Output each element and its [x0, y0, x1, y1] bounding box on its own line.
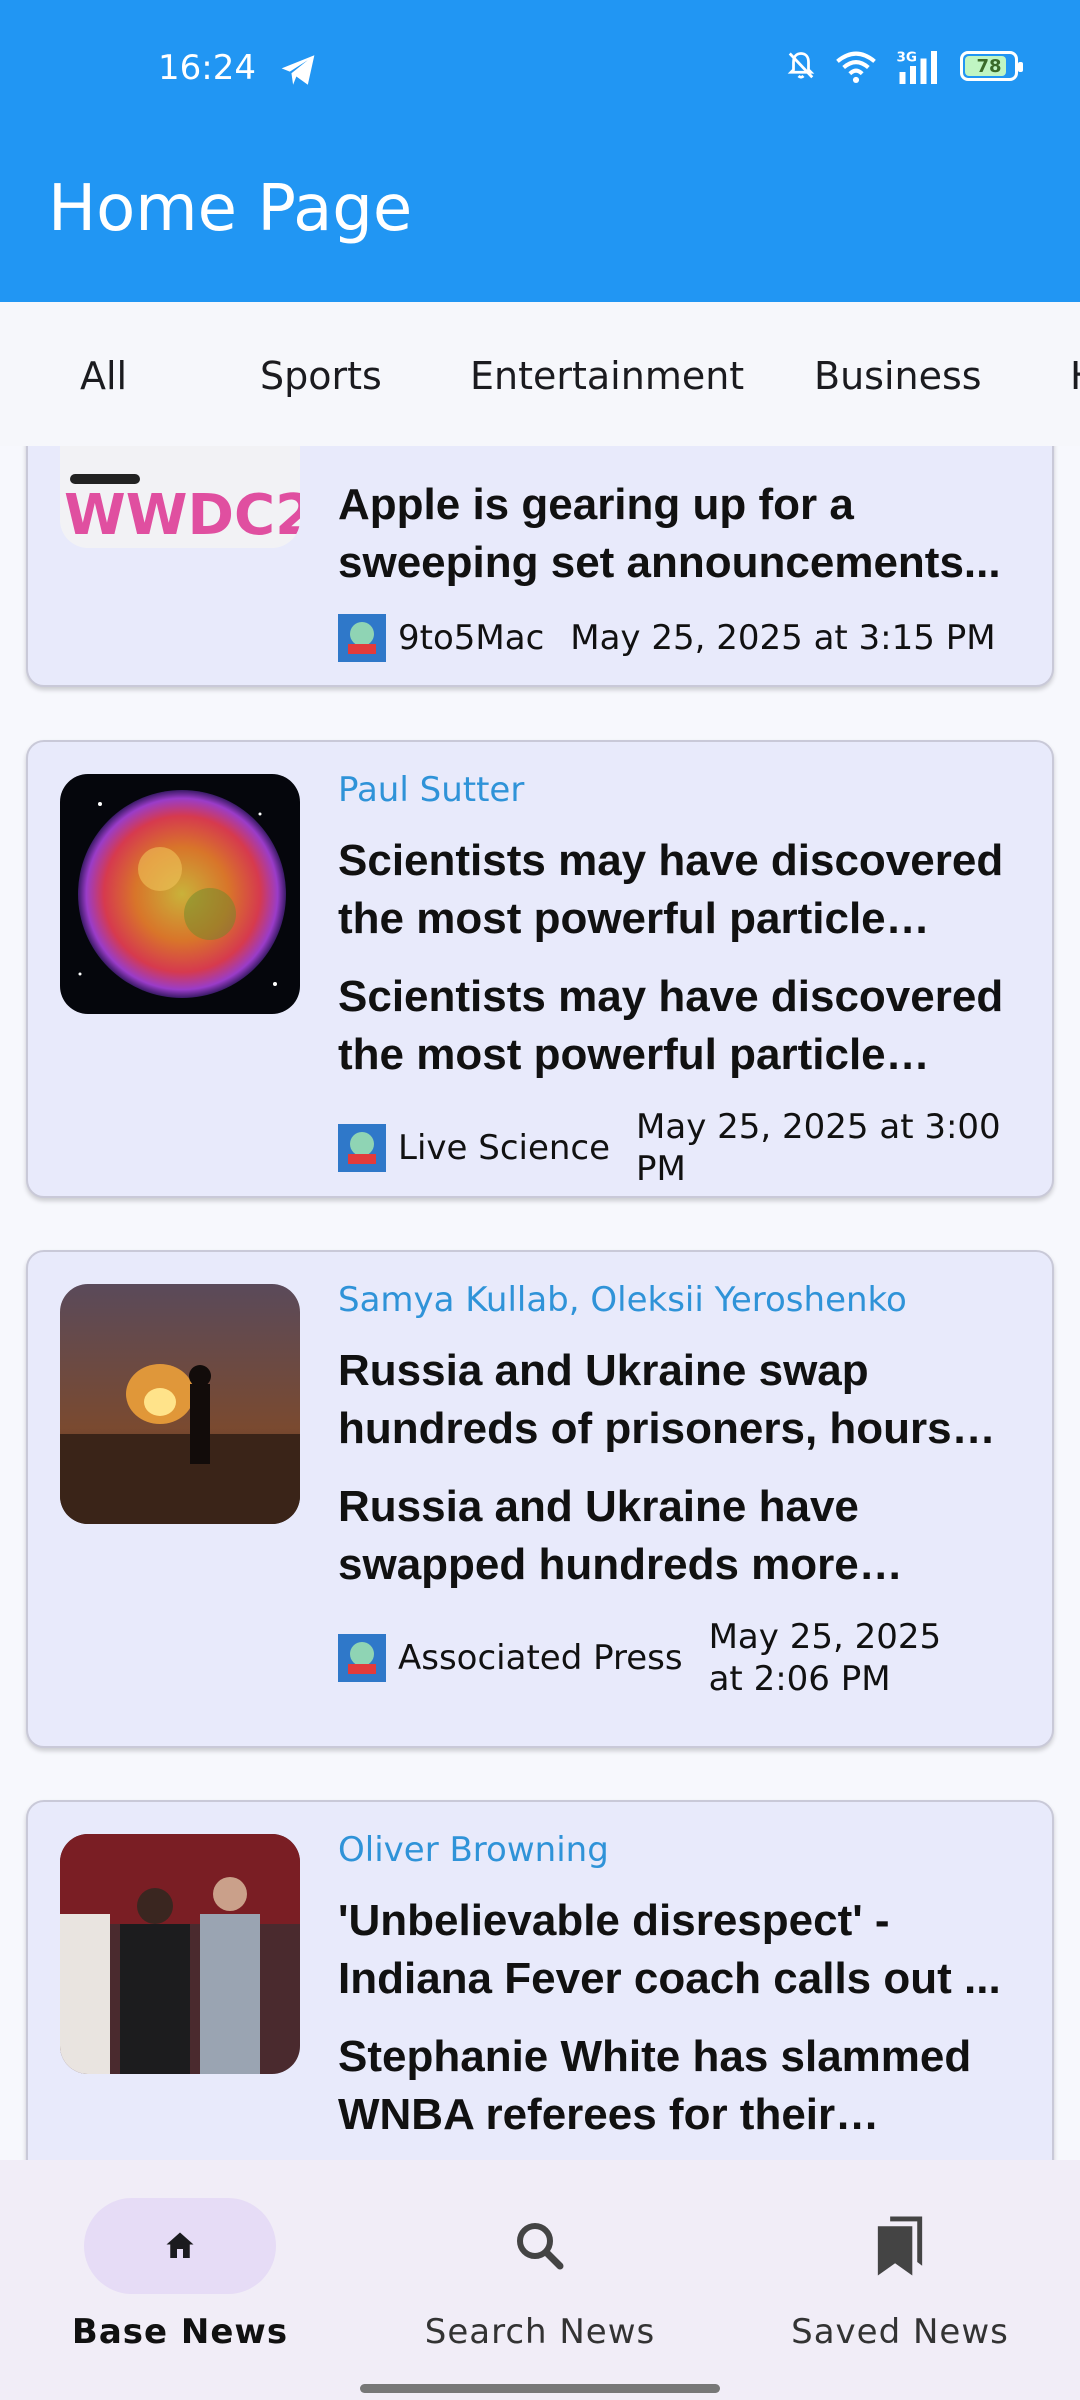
- article-description: Scientists may have discovered the most …: [338, 972, 1004, 1079]
- page-title: Home Page: [48, 172, 413, 246]
- wwdc-logo-text: WWDC25: [64, 483, 300, 548]
- battery-icon: 78: [960, 51, 1023, 81]
- article-thumbnail: [60, 1284, 300, 1524]
- tab-all[interactable]: All: [80, 354, 127, 398]
- news-card[interactable]: Oliver Browning 'Unbelievable disrespect…: [26, 1800, 1054, 2160]
- article-author: Paul Sutter: [338, 770, 525, 810]
- article-source: Associated Press: [398, 1638, 683, 1678]
- article-author: Oliver Browning: [338, 1830, 609, 1870]
- home-icon: [166, 2232, 194, 2258]
- news-source-icon: [338, 1634, 386, 1682]
- article-author: Samya Kullab, Oleksii Yeroshenko: [338, 1280, 907, 1320]
- category-tabs: All Sports Entertainment Business H: [0, 302, 1080, 446]
- wifi-icon: [836, 51, 876, 83]
- article-thumbnail: [60, 774, 300, 1014]
- tab-sports[interactable]: Sports: [260, 354, 382, 398]
- nav-label: Search News: [424, 2312, 656, 2352]
- battery-level: 78: [976, 55, 1002, 77]
- news-source-icon: [338, 614, 386, 662]
- article-date: May 25, 2025 at 3:00 PM: [636, 1107, 1001, 1189]
- tab-entertainment[interactable]: Entertainment: [470, 354, 744, 398]
- article-description: Stephanie White has slammed WNBA referee…: [338, 2032, 972, 2139]
- signal-icon: 3G: [897, 50, 937, 84]
- network-type-label: 3G: [897, 50, 917, 66]
- search-icon: [517, 2223, 564, 2270]
- article-description: Russia and Ukraine have swapped hundreds…: [338, 1482, 859, 1589]
- nav-saved-news[interactable]: Saved News: [750, 2198, 1050, 2352]
- bottom-navigation: Base News Search News Saved News: [0, 2160, 1080, 2400]
- article-thumbnail: [60, 1834, 300, 2074]
- bell-off-icon: [787, 52, 815, 79]
- gesture-bar[interactable]: [360, 2384, 720, 2393]
- article-thumbnail: WWDC25: [60, 446, 300, 548]
- bookmarks-icon: [877, 2216, 923, 2276]
- article-title: Russia and Ukraine swap hundreds of pris…: [338, 1346, 952, 1453]
- nav-label: Base News: [71, 2312, 289, 2352]
- status-icons: 3G 78: [786, 48, 1023, 84]
- nav-search-news[interactable]: Search News: [390, 2198, 690, 2352]
- article-date: May 25, 2025 at 3:15 PM: [570, 618, 996, 658]
- news-card[interactable]: WWDC25 Apple is gearing up for a sweepin…: [26, 446, 1054, 687]
- article-title: Scientists may have discovered the most …: [338, 836, 1004, 943]
- app-header: 16:24 3G 78 Home Page: [0, 0, 1080, 302]
- tab-business[interactable]: Business: [814, 354, 982, 398]
- tab-health[interactable]: H: [1070, 354, 1080, 398]
- article-title: Apple is gearing up for a sweeping set a…: [338, 480, 1001, 587]
- telegram-icon: [281, 55, 315, 85]
- news-card[interactable]: Paul Sutter Scientists may have discover…: [26, 740, 1054, 1198]
- nav-base-news[interactable]: Base News: [30, 2198, 330, 2352]
- news-feed[interactable]: WWDC25 Apple is gearing up for a sweepin…: [0, 446, 1080, 2160]
- article-title: 'Unbelievable disrespect' - Indiana Feve…: [338, 1896, 1001, 2003]
- news-card[interactable]: Samya Kullab, Oleksii Yeroshenko Russia …: [26, 1250, 1054, 1748]
- news-source-icon: [338, 1124, 386, 1172]
- nav-label: Saved News: [791, 2312, 1009, 2352]
- article-date: May 25, 2025 at 2:06 PM: [708, 1617, 942, 1699]
- article-source: 9to5Mac: [398, 618, 545, 658]
- status-time: 16:24: [158, 48, 256, 88]
- status-bar: 16:24 3G 78: [0, 0, 1080, 140]
- article-source: Live Science: [398, 1128, 611, 1168]
